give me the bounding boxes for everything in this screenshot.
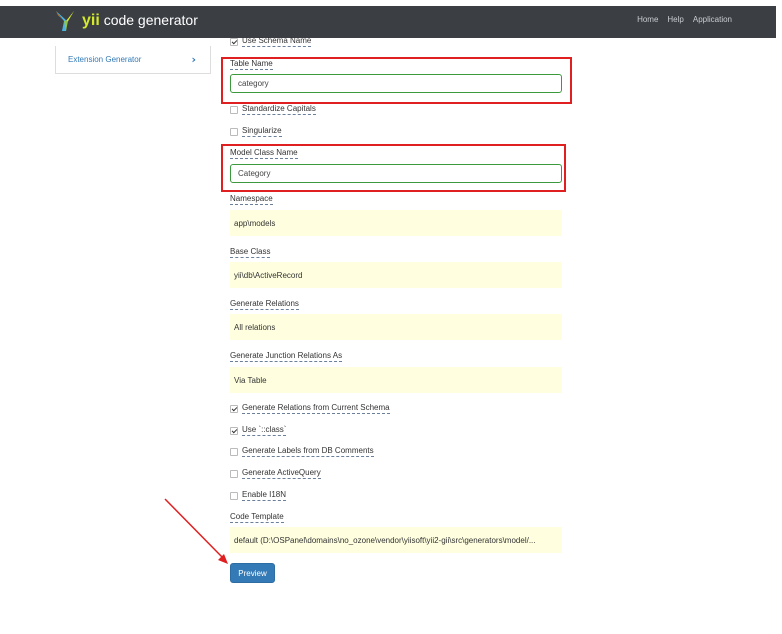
annotation-arrow-icon (164, 498, 228, 564)
